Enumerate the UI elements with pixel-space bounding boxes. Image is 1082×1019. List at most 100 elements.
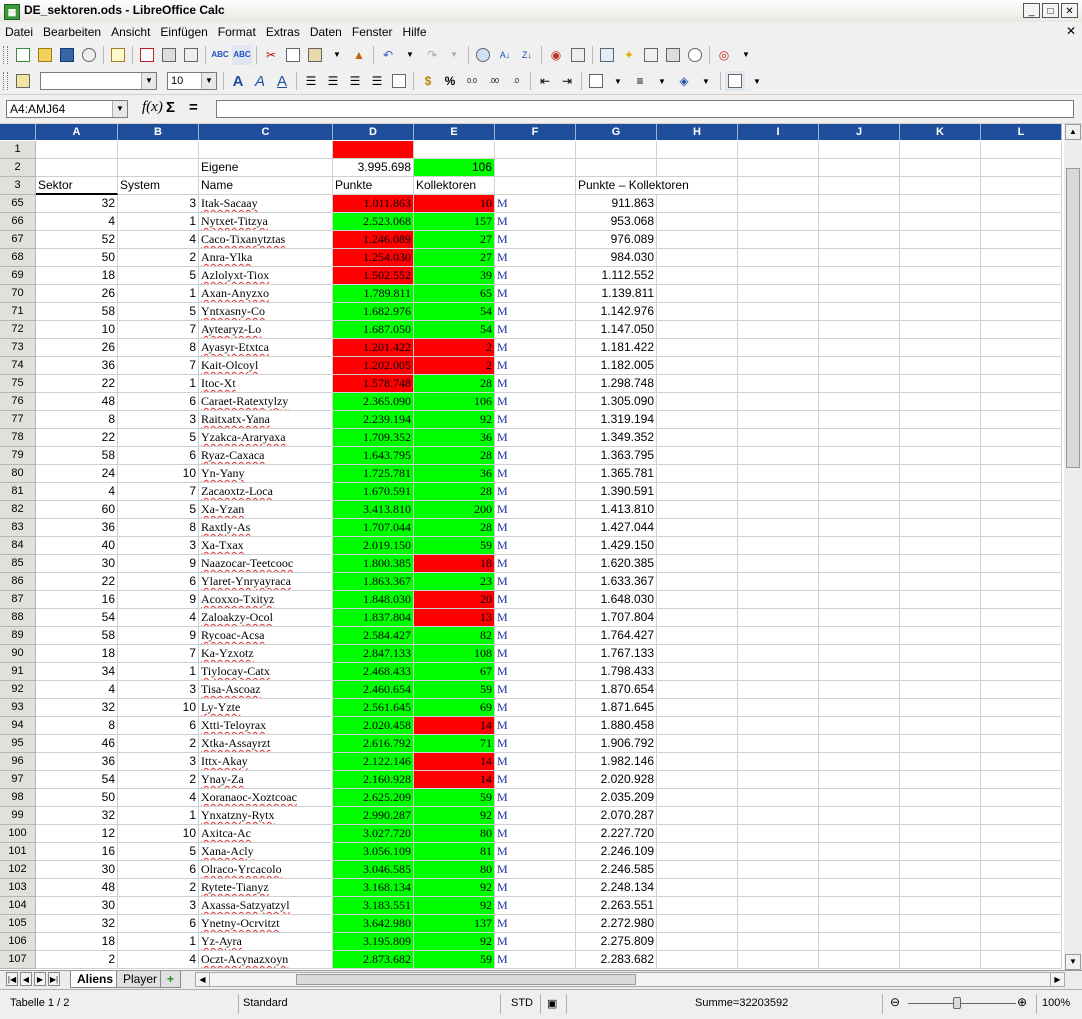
cell[interactable]: [981, 699, 1062, 717]
menu-ansicht[interactable]: Ansicht: [106, 25, 155, 39]
cell-punkte[interactable]: 1.201.422: [333, 339, 414, 357]
cell[interactable]: [981, 951, 1062, 969]
menu-einfuegen[interactable]: Einfügen: [155, 25, 212, 39]
cell-difference[interactable]: 1.413.810: [576, 501, 657, 519]
cell-kollektoren[interactable]: 14: [414, 771, 495, 789]
cell-flag[interactable]: M: [495, 537, 576, 555]
borders-icon[interactable]: [586, 71, 606, 91]
cell[interactable]: [819, 951, 900, 969]
cell-flag[interactable]: M: [495, 789, 576, 807]
autospellcheck-icon[interactable]: ABC: [232, 44, 252, 65]
sheet-tab-aliens[interactable]: Aliens: [70, 971, 121, 988]
cell[interactable]: [981, 357, 1062, 375]
cell[interactable]: [657, 753, 738, 771]
cell-system[interactable]: 6: [118, 861, 199, 879]
formula-equals-icon[interactable]: =: [189, 99, 198, 116]
cell[interactable]: [819, 933, 900, 951]
row-header[interactable]: 82: [0, 501, 36, 519]
cell[interactable]: [819, 825, 900, 843]
row-header[interactable]: 3: [0, 177, 36, 195]
cell[interactable]: [819, 465, 900, 483]
column-header-b[interactable]: B: [118, 124, 199, 140]
cell[interactable]: [900, 915, 981, 933]
zoom-slider-handle[interactable]: [953, 997, 961, 1009]
cell-difference[interactable]: 2.263.551: [576, 897, 657, 915]
row-header[interactable]: 66: [0, 213, 36, 231]
cell-kollektoren[interactable]: 80: [414, 825, 495, 843]
zoom-icon[interactable]: [685, 45, 705, 65]
cell[interactable]: [900, 447, 981, 465]
cell[interactable]: [900, 303, 981, 321]
cell-name[interactable]: Acoxxo-Txityz: [199, 591, 333, 609]
cell[interactable]: [738, 753, 819, 771]
line-style-dropdown-icon[interactable]: ▼: [652, 71, 672, 91]
cell-flag[interactable]: M: [495, 663, 576, 681]
cell[interactable]: [576, 159, 657, 177]
cell-difference[interactable]: 1.349.352: [576, 429, 657, 447]
row-header[interactable]: 65: [0, 195, 36, 213]
cell-name[interactable]: Raitxatx-Yana: [199, 411, 333, 429]
cell-punkte[interactable]: 2.873.682: [333, 951, 414, 969]
cell[interactable]: [738, 177, 819, 195]
column-header-j[interactable]: J: [819, 124, 900, 140]
row-header[interactable]: 102: [0, 861, 36, 879]
cell[interactable]: [981, 771, 1062, 789]
cell-sektor[interactable]: 52: [36, 231, 118, 249]
cell[interactable]: [819, 285, 900, 303]
edit-file-icon[interactable]: [108, 45, 128, 65]
chart-icon[interactable]: ◉: [546, 45, 566, 65]
cell[interactable]: [900, 609, 981, 627]
cell[interactable]: [900, 627, 981, 645]
cell-kollektoren[interactable]: 36: [414, 429, 495, 447]
cell-punkte[interactable]: 2.625.209: [333, 789, 414, 807]
cell[interactable]: [819, 915, 900, 933]
cell-name[interactable]: Raxtly-As: [199, 519, 333, 537]
function-wizard-icon[interactable]: f(x): [142, 99, 163, 116]
cell[interactable]: [657, 447, 738, 465]
cell-kollektoren[interactable]: 80: [414, 861, 495, 879]
cell-kollektoren[interactable]: 28: [414, 447, 495, 465]
row-header[interactable]: 104: [0, 897, 36, 915]
row-header[interactable]: 98: [0, 789, 36, 807]
cell[interactable]: [118, 159, 199, 177]
cell-sektor[interactable]: 50: [36, 789, 118, 807]
cell[interactable]: [819, 231, 900, 249]
styles-formatting-icon[interactable]: [13, 71, 33, 91]
cell-name[interactable]: Yn-Yany: [199, 465, 333, 483]
cell-name[interactable]: Aytearyz-Lo: [199, 321, 333, 339]
cell-punkte[interactable]: 3.168.134: [333, 879, 414, 897]
previous-sheet-icon[interactable]: ◀: [20, 972, 32, 986]
cell-name[interactable]: Yntxasny-Co: [199, 303, 333, 321]
cell-system[interactable]: 2: [118, 879, 199, 897]
cell-system[interactable]: 5: [118, 429, 199, 447]
cell-name[interactable]: Olraco-Yrcacolo: [199, 861, 333, 879]
row-header[interactable]: 85: [0, 555, 36, 573]
cell-kollektoren[interactable]: 28: [414, 483, 495, 501]
cell-flag[interactable]: M: [495, 519, 576, 537]
cell-system[interactable]: 10: [118, 699, 199, 717]
cell-flag[interactable]: M: [495, 645, 576, 663]
cell-name[interactable]: Kait-Olcoyl: [199, 357, 333, 375]
cell-sektor[interactable]: 34: [36, 663, 118, 681]
cell[interactable]: [819, 627, 900, 645]
cell[interactable]: [657, 735, 738, 753]
cell[interactable]: [981, 573, 1062, 591]
cell-name[interactable]: Caraet-Ratextylzy: [199, 393, 333, 411]
cell-system[interactable]: 4: [118, 789, 199, 807]
row-header[interactable]: 83: [0, 519, 36, 537]
column-header-c[interactable]: C: [199, 124, 333, 140]
row-header[interactable]: 74: [0, 357, 36, 375]
cell-c2[interactable]: Eigene: [199, 159, 333, 177]
zoom-slider[interactable]: [908, 1003, 1016, 1004]
column-header-f[interactable]: F: [495, 124, 576, 140]
cell-kollektoren[interactable]: 28: [414, 375, 495, 393]
cell-kollektoren[interactable]: 59: [414, 951, 495, 969]
cell-punkte[interactable]: 3.642.980: [333, 915, 414, 933]
currency-format-icon[interactable]: $: [418, 71, 438, 91]
print-icon[interactable]: [159, 45, 179, 65]
toggle-grid-icon[interactable]: [725, 71, 745, 91]
cell-flag[interactable]: M: [495, 267, 576, 285]
cell-flag[interactable]: M: [495, 339, 576, 357]
cell-sektor[interactable]: 32: [36, 699, 118, 717]
column-header-h[interactable]: H: [657, 124, 738, 140]
